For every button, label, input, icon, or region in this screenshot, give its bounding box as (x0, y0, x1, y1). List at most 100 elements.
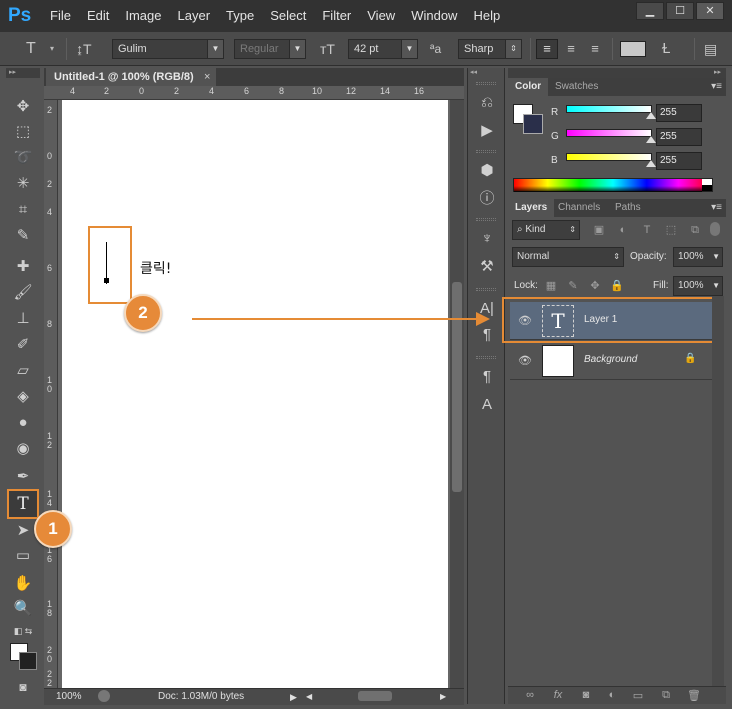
layer-filter-kind-dropdown[interactable]: ⌕ Kind ⇕ (512, 220, 580, 240)
tool-presets-icon[interactable]: ⚒ (476, 256, 498, 278)
menu-help[interactable]: Help (465, 0, 508, 32)
red-slider-thumb[interactable] (646, 112, 656, 119)
blend-mode-dropdown[interactable]: Normal ⇕ (512, 247, 624, 267)
menu-select[interactable]: Select (262, 0, 314, 32)
color-panel-background-swatch[interactable] (523, 114, 543, 134)
red-channel-slider[interactable] (566, 105, 652, 113)
filter-adjustment-icon[interactable]: ◐ (616, 222, 630, 238)
scroll-right-icon[interactable]: ▶ (440, 689, 446, 705)
antialias-dropdown[interactable]: Sharp ⇕ (458, 39, 522, 59)
warp-text-icon[interactable]: Ɫ (662, 39, 670, 59)
blur-tool-icon[interactable]: ● (10, 412, 36, 434)
path-selection-tool-icon[interactable]: ➤ (10, 520, 36, 542)
filter-toggle-icon[interactable] (710, 222, 720, 236)
history-brush-tool-icon[interactable]: ✐ (10, 334, 36, 356)
blue-channel-slider[interactable] (566, 153, 652, 161)
horizontal-scroll-thumb[interactable] (358, 691, 392, 701)
scroll-left-icon[interactable]: ◀ (306, 689, 312, 705)
dodge-tool-icon[interactable]: ◉ (10, 438, 36, 460)
font-family-dropdown[interactable]: Gulim ▼ (112, 39, 224, 59)
blue-value-field[interactable]: 255 (656, 152, 702, 170)
actions-panel-icon[interactable]: ▶ (476, 120, 498, 142)
right-dock-collapse-icon[interactable]: ▸▸ (714, 68, 721, 76)
crop-tool-icon[interactable]: ⌗ (10, 199, 36, 221)
marquee-tool-icon[interactable]: ⬚ (10, 121, 36, 143)
document-tab[interactable]: Untitled-1 @ 100% (RGB/8) (46, 68, 216, 86)
toggle-orientation-icon[interactable]: ↨T (76, 39, 92, 59)
brush-tool-icon[interactable]: 🖌 (10, 282, 36, 304)
character-styles-icon[interactable]: A (476, 394, 498, 416)
maximize-button[interactable]: ☐ (666, 2, 694, 20)
brush-presets-icon[interactable]: ♆ (476, 228, 498, 250)
adjustment-layer-icon[interactable]: ◐ (604, 689, 620, 701)
toolbox-collapse-icon[interactable]: ▸▸ (6, 68, 40, 78)
eye-icon[interactable]: 👁 (518, 354, 532, 367)
hand-tool-icon[interactable]: ✋ (10, 573, 36, 595)
opacity-field[interactable]: 100% ▼ (673, 247, 723, 267)
font-size-dropdown[interactable]: 42 pt ▼ (348, 39, 418, 59)
lock-transparent-icon[interactable]: ▦ (544, 278, 558, 294)
new-layer-icon[interactable]: ⧉ (658, 689, 674, 702)
green-value-field[interactable]: 255 (656, 128, 702, 146)
rectangle-tool-icon[interactable]: ▭ (10, 545, 36, 567)
layer-style-fx-icon[interactable]: fx (550, 689, 566, 701)
text-color-swatch[interactable] (620, 41, 646, 57)
background-color-swatch[interactable] (19, 652, 37, 670)
add-mask-icon[interactable]: ◙ (578, 689, 594, 701)
filter-type-icon[interactable]: T (640, 222, 654, 238)
pen-tool-icon[interactable]: ✒ (10, 466, 36, 488)
status-icon[interactable] (98, 690, 110, 702)
menu-edit[interactable]: Edit (79, 0, 117, 32)
tab-channels[interactable]: Channels (551, 199, 607, 217)
tab-layers[interactable]: Layers (508, 199, 555, 217)
filter-shape-icon[interactable]: ⬚ (664, 222, 678, 238)
fill-field[interactable]: 100% ▼ (673, 276, 723, 296)
magic-wand-tool-icon[interactable]: ✳ (10, 173, 36, 195)
filter-smart-object-icon[interactable]: ⧉ (688, 222, 702, 238)
eyedropper-tool-icon[interactable]: ✎ (10, 225, 36, 247)
panel-menu-icon[interactable]: ▾≡ (711, 78, 722, 96)
dock-collapse-icon[interactable]: ◂◂ (470, 68, 477, 76)
zoom-level[interactable]: 100% (56, 689, 82, 705)
menu-image[interactable]: Image (117, 0, 169, 32)
align-right-icon[interactable]: ≡ (584, 39, 606, 59)
blue-slider-thumb[interactable] (646, 160, 656, 167)
minimize-button[interactable]: ▁ (636, 2, 664, 20)
default-colors-icon[interactable]: ◧ ⇆ (10, 620, 36, 642)
tab-paths[interactable]: Paths (608, 199, 648, 217)
close-button[interactable]: ✕ (696, 2, 724, 20)
quick-mask-icon[interactable]: ◙ (10, 676, 36, 698)
document-canvas[interactable] (62, 100, 448, 688)
paragraph-panel-icon[interactable]: ¶ (476, 324, 498, 346)
green-channel-slider[interactable] (566, 129, 652, 137)
panel-menu-icon[interactable]: ▾≡ (711, 199, 722, 217)
lock-image-icon[interactable]: ✎ (566, 278, 580, 294)
character-panel-icon[interactable]: ▤ (704, 39, 717, 59)
lock-position-icon[interactable]: ✥ (588, 278, 602, 294)
3d-panel-icon[interactable]: ⬢ (476, 160, 498, 182)
align-left-icon[interactable]: ≡ (536, 39, 558, 59)
move-tool-icon[interactable]: ✥ (10, 96, 36, 118)
menu-filter[interactable]: Filter (314, 0, 359, 32)
menu-window[interactable]: Window (403, 0, 465, 32)
lock-all-icon[interactable]: 🔒 (610, 278, 624, 294)
status-menu-arrow-icon[interactable]: ▶ (290, 689, 297, 705)
paint-bucket-tool-icon[interactable]: ◈ (10, 386, 36, 408)
black-white-swatch[interactable] (702, 179, 712, 191)
zoom-tool-icon[interactable]: 🔍 (10, 598, 36, 620)
history-panel-icon[interactable]: ⎌ (476, 92, 498, 114)
healing-brush-tool-icon[interactable]: ✚ (10, 256, 36, 278)
tab-color[interactable]: Color (508, 78, 549, 96)
red-value-field[interactable]: 255 (656, 104, 702, 122)
info-panel-icon[interactable]: ⓘ (476, 188, 498, 210)
lasso-tool-icon[interactable]: ➰ (10, 147, 36, 169)
menu-type[interactable]: Type (218, 0, 262, 32)
filter-pixel-icon[interactable]: ▣ (592, 222, 606, 238)
new-group-icon[interactable]: ▭ (630, 689, 646, 702)
eraser-tool-icon[interactable]: ▱ (10, 360, 36, 382)
layer-row-background[interactable]: 👁 Background 🔒 (510, 342, 712, 380)
delete-layer-icon[interactable]: 🗑 (686, 689, 702, 702)
clone-stamp-tool-icon[interactable]: ⊥ (10, 308, 36, 330)
tab-swatches[interactable]: Swatches (548, 78, 605, 96)
layer-name[interactable]: Background (584, 354, 637, 365)
